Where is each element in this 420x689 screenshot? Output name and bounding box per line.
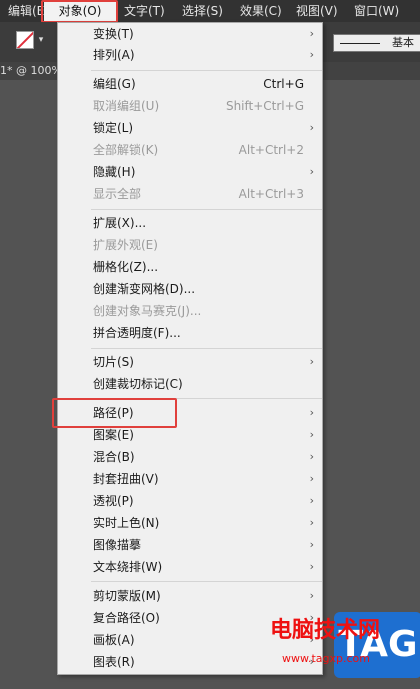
menu-item-shortcut: Alt+Ctrl+3	[238, 187, 304, 201]
swatch-dropdown-icon[interactable]: ▾	[36, 33, 46, 47]
chevron-right-icon: ›	[309, 450, 314, 463]
menu-item-label: 切片(S)	[93, 355, 134, 369]
menu-item-label: 拼合透明度(F)...	[93, 326, 181, 340]
watermark-url: www.tagxp.com	[282, 652, 370, 665]
menu-item-label: 编组(G)	[93, 77, 136, 91]
menu-window[interactable]: 窗口(W)	[354, 0, 399, 22]
menu-item-ungroup[interactable]: 取消编组(U) Shift+Ctrl+G	[58, 95, 322, 117]
menu-item-label: 创建对象马赛克(J)...	[93, 304, 202, 318]
menu-item-label: 显示全部	[93, 187, 142, 201]
menu-item-hide[interactable]: 隐藏(H) ›	[58, 161, 322, 183]
menu-item-perspective[interactable]: 透视(P) ›	[58, 490, 322, 512]
stroke-style-select[interactable]: 基本	[333, 34, 420, 52]
menu-item-label: 实时上色(N)	[93, 516, 160, 530]
chevron-right-icon: ›	[309, 27, 314, 40]
chevron-right-icon: ›	[309, 472, 314, 485]
chevron-right-icon: ›	[309, 560, 314, 573]
menu-item-blend[interactable]: 混合(B) ›	[58, 446, 322, 468]
chevron-right-icon: ›	[309, 516, 314, 529]
chevron-right-icon: ›	[309, 406, 314, 419]
menu-item-label: 图表(R)	[93, 655, 135, 669]
menu-item-label: 锁定(L)	[93, 121, 134, 135]
menu-separator	[91, 581, 322, 582]
menu-separator	[91, 209, 322, 210]
object-menu: 变换(T) › 排列(A) › 编组(G) Ctrl+G 取消编组(U) Shi…	[57, 22, 323, 675]
menu-item-label: 扩展(X)...	[93, 216, 147, 230]
menu-item-label: 变换(T)	[93, 27, 134, 41]
menu-item-label: 画板(A)	[93, 633, 135, 647]
menu-item-lock[interactable]: 锁定(L) ›	[58, 117, 322, 139]
menu-item-label: 扩展外观(E)	[93, 238, 158, 252]
menu-item-text-wrap[interactable]: 文本绕排(W) ›	[58, 556, 322, 578]
menu-item-create-trim-marks[interactable]: 创建裁切标记(C)	[58, 373, 322, 395]
menu-item-clipping-mask[interactable]: 剪切蒙版(M) ›	[58, 585, 322, 607]
chevron-right-icon: ›	[309, 121, 314, 134]
chevron-right-icon: ›	[309, 589, 314, 602]
menu-item-flatten-transparency[interactable]: 拼合透明度(F)...	[58, 322, 322, 344]
menu-item-shortcut: Alt+Ctrl+2	[238, 143, 304, 157]
stroke-style-label: 基本	[392, 36, 414, 49]
chevron-right-icon: ›	[309, 48, 314, 61]
chevron-right-icon: ›	[309, 428, 314, 441]
menu-item-group[interactable]: 编组(G) Ctrl+G	[58, 73, 322, 95]
menu-item-rasterize[interactable]: 栅格化(Z)...	[58, 256, 322, 278]
menu-item-create-gradient-mesh[interactable]: 创建渐变网格(D)...	[58, 278, 322, 300]
menu-separator	[91, 70, 322, 71]
menu-item-label: 封套扭曲(V)	[93, 472, 159, 486]
watermark-title: 电脑技术网	[270, 618, 381, 643]
menu-separator	[91, 348, 322, 349]
chevron-right-icon: ›	[309, 538, 314, 551]
menu-item-expand[interactable]: 扩展(X)...	[58, 212, 322, 234]
menu-item-label: 剪切蒙版(M)	[93, 589, 161, 603]
menu-item-label: 排列(A)	[93, 48, 135, 62]
menu-object-highlight	[41, 0, 118, 23]
menu-item-label: 混合(B)	[93, 450, 135, 464]
menu-type[interactable]: 文字(T)	[124, 0, 165, 22]
menu-item-label: 图像描摹	[93, 538, 142, 552]
menu-item-label: 全部解锁(K)	[93, 143, 159, 157]
menu-item-shortcut: Shift+Ctrl+G	[225, 99, 304, 113]
menu-item-live-paint[interactable]: 实时上色(N) ›	[58, 512, 322, 534]
menu-item-create-object-mosaic[interactable]: 创建对象马赛克(J)...	[58, 300, 322, 322]
menu-item-label: 创建渐变网格(D)...	[93, 282, 196, 296]
menu-item-label: 取消编组(U)	[93, 99, 160, 113]
chevron-right-icon: ›	[309, 494, 314, 507]
menu-effect[interactable]: 效果(C)	[240, 0, 282, 22]
menu-item-slice[interactable]: 切片(S) ›	[58, 351, 322, 373]
menu-item-label: 复合路径(O)	[93, 611, 160, 625]
watermark: TAG 电脑技术网 www.tagxp.com	[270, 612, 420, 689]
none-fill-swatch-icon[interactable]	[16, 31, 34, 49]
menu-item-arrange[interactable]: 排列(A) ›	[58, 44, 322, 66]
chevron-right-icon: ›	[309, 355, 314, 368]
menu-item-shortcut: Ctrl+G	[263, 77, 304, 91]
stroke-line-preview	[340, 43, 380, 44]
menu-item-label: 隐藏(H)	[93, 165, 136, 179]
menu-item-label: 栅格化(Z)...	[93, 260, 159, 274]
menu-item-expand-appearance[interactable]: 扩展外观(E)	[58, 234, 322, 256]
menu-item-show-all[interactable]: 显示全部 Alt+Ctrl+3	[58, 183, 322, 205]
path-item-highlight	[52, 398, 177, 428]
menu-item-label: 透视(P)	[93, 494, 134, 508]
document-tab-title: 1* @ 100%	[0, 64, 62, 77]
menu-item-transform[interactable]: 变换(T) ›	[58, 23, 322, 45]
menu-select[interactable]: 选择(S)	[182, 0, 223, 22]
menu-item-label: 文本绕排(W)	[93, 560, 163, 574]
menu-view[interactable]: 视图(V)	[296, 0, 338, 22]
menu-item-label: 创建裁切标记(C)	[93, 377, 183, 391]
menu-item-envelope-distort[interactable]: 封套扭曲(V) ›	[58, 468, 322, 490]
menu-item-unlock-all[interactable]: 全部解锁(K) Alt+Ctrl+2	[58, 139, 322, 161]
chevron-right-icon: ›	[309, 165, 314, 178]
menu-item-image-trace[interactable]: 图像描摹 ›	[58, 534, 322, 556]
